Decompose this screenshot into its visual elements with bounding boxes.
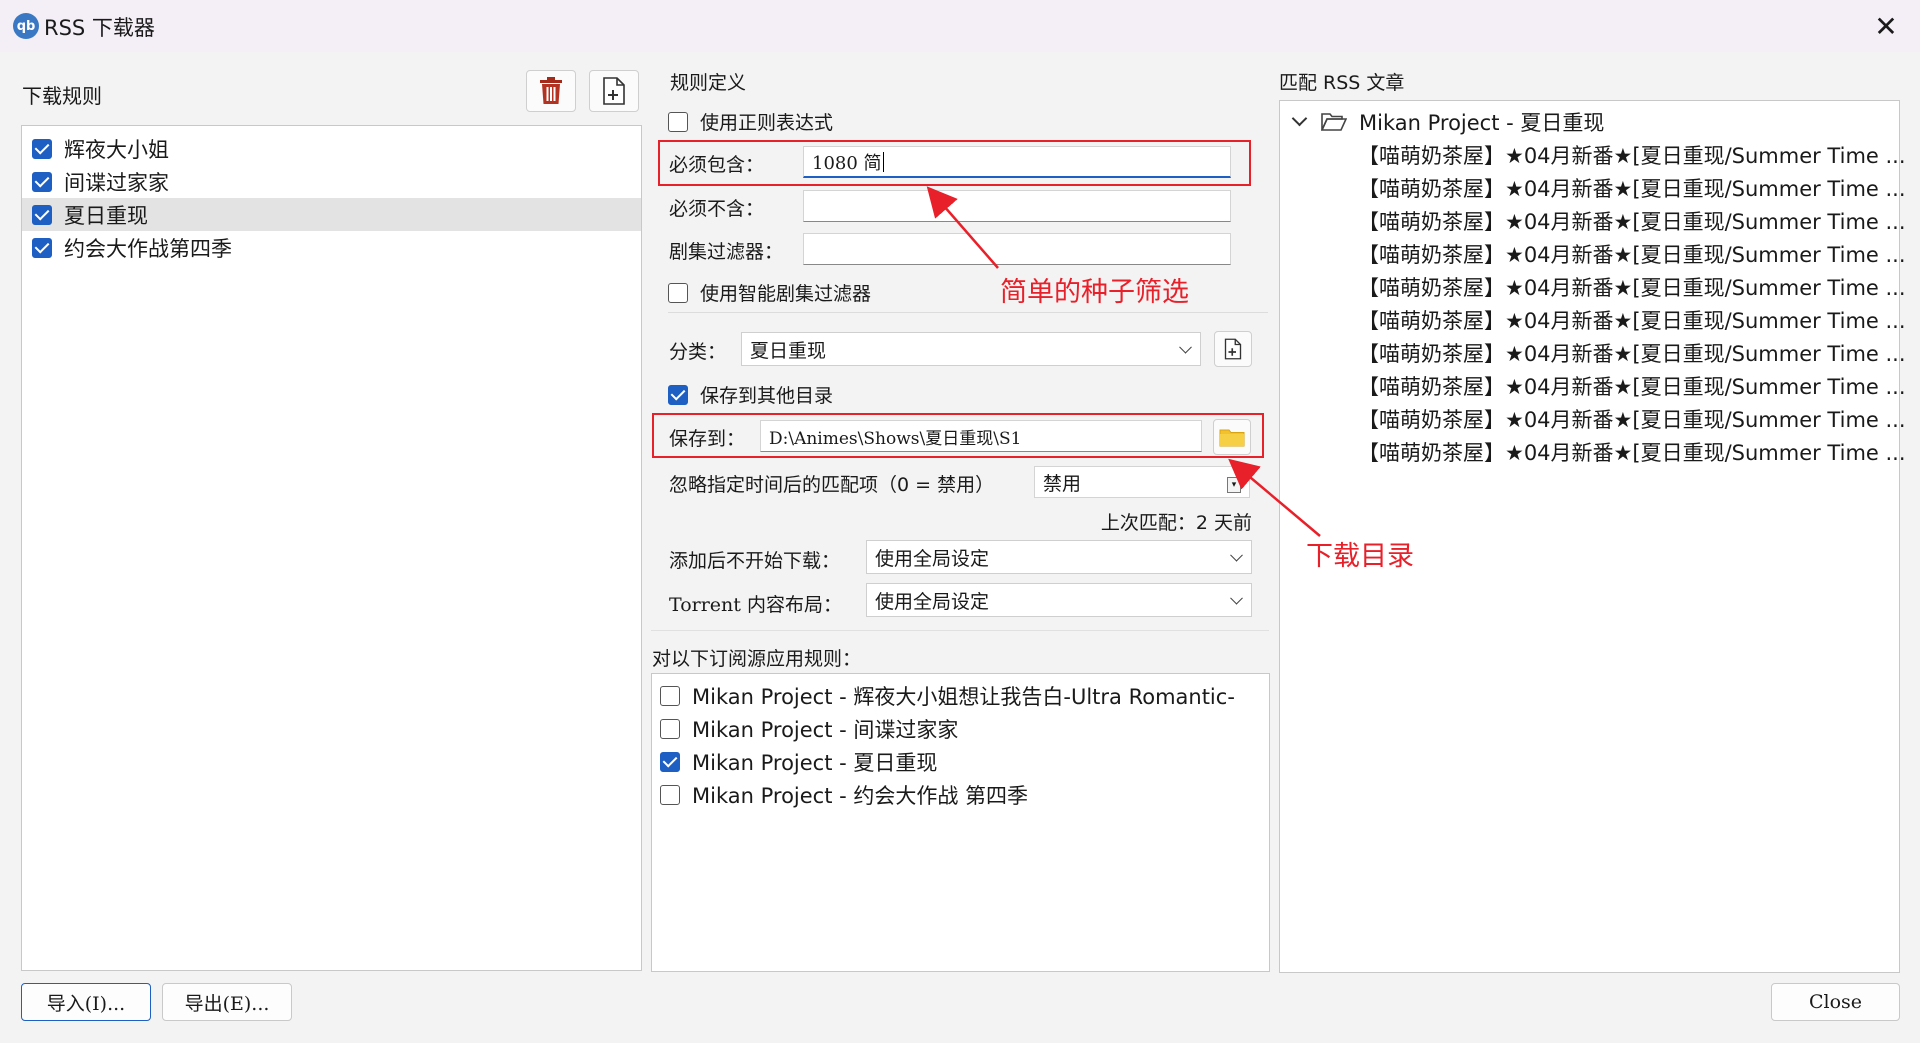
download-dir-annotation: 下载目录 <box>1306 541 1414 572</box>
filter-annotation: 简单的种子筛选 <box>1000 277 1189 308</box>
filter-arrow <box>926 186 999 269</box>
annotation-arrows <box>926 186 1321 537</box>
download-dir-arrow <box>1228 458 1321 537</box>
